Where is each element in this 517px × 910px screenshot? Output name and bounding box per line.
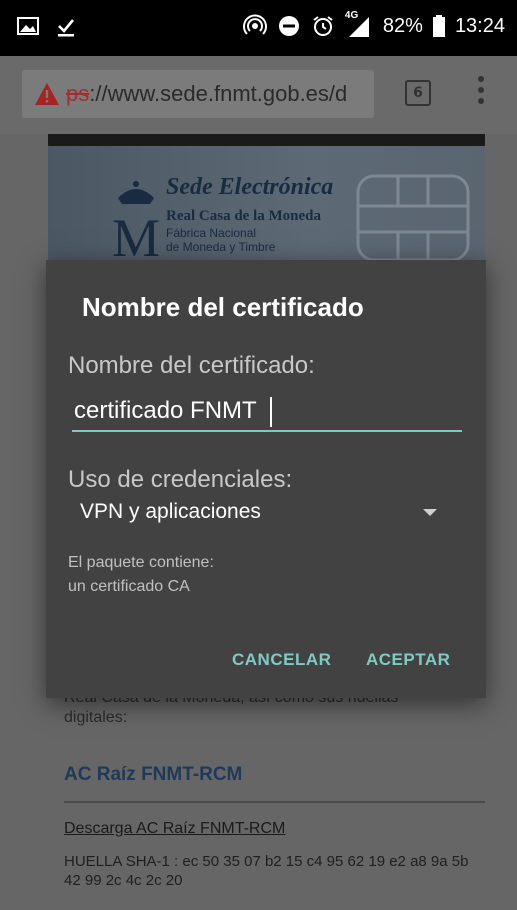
battery-icon — [432, 15, 445, 37]
banner-title: Sede Electrónica — [166, 174, 334, 200]
banner-subtitle: Real Casa de la Moneda — [166, 208, 321, 224]
smartcard-chip-icon — [356, 174, 470, 262]
sede-banner[interactable]: M Sede Electrónica Real Casa de la Moned… — [48, 146, 485, 270]
text-cursor — [270, 397, 272, 427]
battery-percent: 82% — [382, 14, 423, 37]
status-bar: 4G 82% 13:24 — [0, 0, 517, 56]
dialog-title: Nombre del certificado — [82, 292, 364, 322]
signal-icon: 4G — [345, 10, 373, 38]
usage-dropdown[interactable]: VPN y aplicaciones — [80, 500, 261, 524]
alarm-icon — [313, 16, 333, 36]
certificate-name-dialog: Nombre del certificado Nombre del certif… — [46, 260, 486, 698]
status-left-icons — [16, 14, 78, 38]
banner-subtitle-line2: Fábrica Nacional — [166, 226, 257, 240]
accept-button[interactable]: ACEPTAR — [366, 650, 450, 670]
not-secure-warning-icon[interactable] — [34, 82, 60, 106]
certificate-name-input[interactable] — [72, 392, 462, 432]
url-scheme: ps — [66, 81, 90, 106]
name-field-label: Nombre del certificado: — [68, 352, 315, 379]
signal-bars-icon — [348, 17, 369, 37]
image-notification-icon — [17, 17, 39, 35]
fingerprint-text: HUELLA SHA-1 : ec 50 35 07 b2 15 c4 95 6… — [64, 853, 469, 889]
url-text: ://www.sede.fnmt.gob.es/d — [89, 81, 348, 106]
ac-section-title: AC Raíz FNMT-RCM — [64, 764, 243, 785]
download-done-icon — [58, 19, 75, 37]
hotspot-icon — [242, 14, 267, 35]
package-content: un certificado CA — [68, 578, 190, 595]
overflow-menu-icon[interactable] — [478, 76, 486, 110]
section-divider — [64, 801, 485, 803]
svg-text:M: M — [112, 208, 160, 266]
package-label: El paquete contiene: — [68, 554, 214, 571]
url-field[interactable]: ps://www.sede.fnmt.gob.es/d — [22, 70, 374, 118]
cancel-button[interactable]: CANCELAR — [232, 650, 331, 670]
banner-subtitle-line3: de Moneda y Timbre — [166, 240, 276, 254]
fnmt-logo-icon: M — [112, 181, 160, 266]
browser-toolbar: ps://www.sede.fnmt.gob.es/d 6 — [0, 56, 517, 134]
dropdown-arrow-icon[interactable] — [423, 509, 437, 516]
clock: 13:24 — [454, 14, 505, 37]
do-not-disturb-icon — [278, 16, 299, 36]
tab-switcher-button[interactable]: 6 — [405, 80, 431, 106]
usage-label: Uso de credenciales: — [68, 466, 293, 493]
download-ac-link[interactable]: Descarga AC Raíz FNMT-RCM — [64, 820, 285, 838]
status-right-icons: 4G 82% 13:24 — [242, 10, 505, 38]
